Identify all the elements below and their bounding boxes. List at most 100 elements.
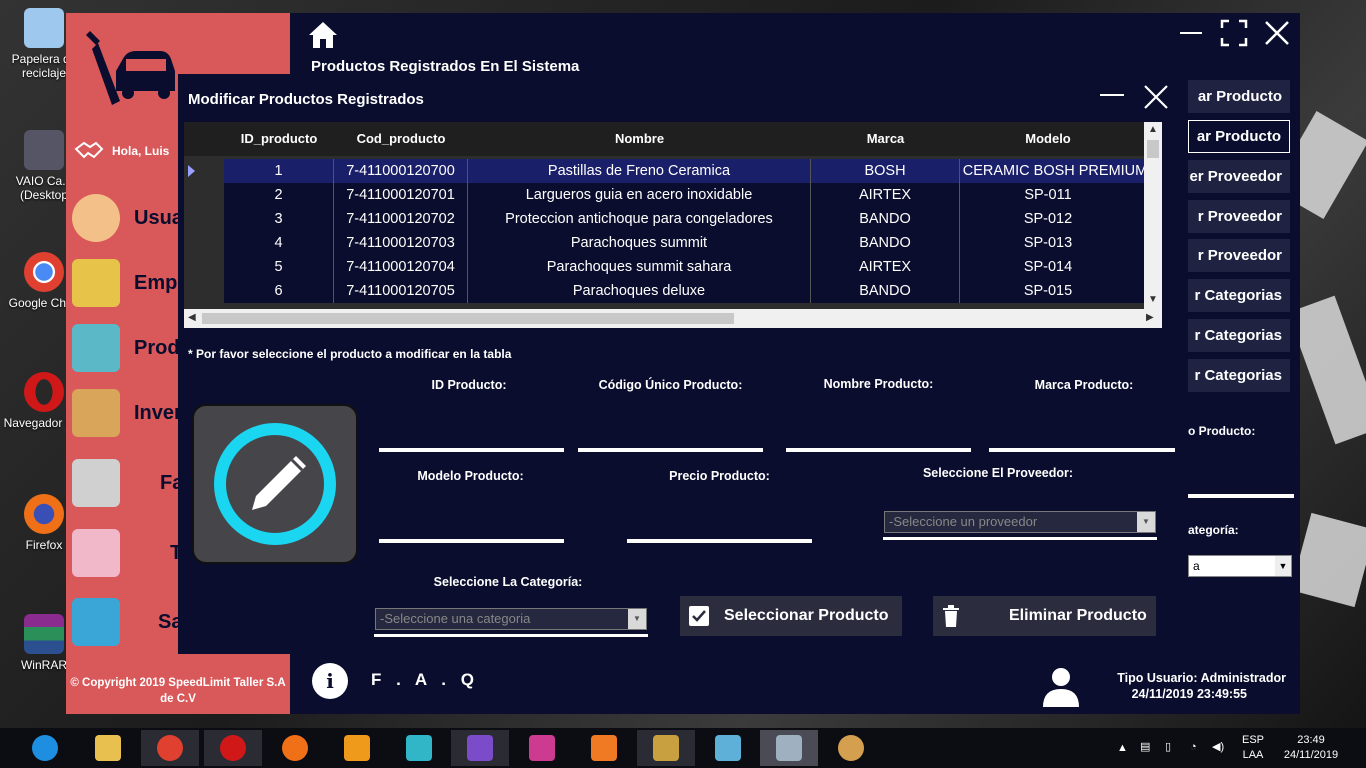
- table-cell: SP-011: [1024, 187, 1072, 203]
- faq-link[interactable]: F . A . Q: [371, 670, 479, 690]
- battery-icon[interactable]: ▯: [1165, 740, 1171, 755]
- right-label-categoria: ategoría:: [1188, 523, 1239, 537]
- taskbar-app-explorer[interactable]: [79, 730, 137, 766]
- right-category-select[interactable]: a ▼: [1188, 555, 1292, 577]
- store-icon: [72, 529, 120, 577]
- table-cell: 5: [224, 255, 334, 279]
- dialog-title: Modificar Productos Registrados: [188, 91, 424, 108]
- horizontal-scrollbar[interactable]: ◀ ▶: [184, 309, 1162, 328]
- delete-product-button[interactable]: Eliminar Producto: [933, 596, 1156, 636]
- package-icon: [715, 735, 741, 761]
- table-cell: Parachoques summit: [468, 231, 811, 255]
- products-table[interactable]: ID_producto Cod_producto Nombre Marca Mo…: [184, 122, 1162, 328]
- table-cell: 1: [224, 159, 334, 183]
- wifi-icon[interactable]: ◔: [1190, 740, 1197, 755]
- shopping-basket-icon: [72, 324, 120, 372]
- proveedor-select[interactable]: -Seleccione un proveedor ▼: [884, 511, 1156, 533]
- button-label: r Categorias: [1194, 327, 1282, 344]
- right-button-7[interactable]: r Categorias: [1188, 319, 1290, 352]
- column-header[interactable]: Modelo: [960, 122, 1136, 156]
- wallpaper-shard: [1290, 512, 1366, 608]
- minimize-icon[interactable]: [1100, 94, 1124, 96]
- table-cell: AIRTEX: [811, 183, 960, 207]
- greeting-text: Hola, Luis: [112, 144, 170, 158]
- show-hidden-icons-icon[interactable]: ▲: [1117, 741, 1128, 756]
- taskbar-app-package[interactable]: [699, 730, 757, 766]
- tablet-icon[interactable]: ▤: [1140, 740, 1150, 755]
- table-cell: SP-014: [1023, 259, 1073, 275]
- select-product-button[interactable]: Seleccionar Producto: [680, 596, 902, 636]
- table-row[interactable]: 5 7-411000120704 Parachoques summit saha…: [184, 255, 1144, 279]
- box-icon: [72, 389, 120, 437]
- paint-icon: [838, 735, 864, 761]
- right-button-5[interactable]: r Proveedor: [1188, 239, 1290, 272]
- datetime-text: 24/11/2019 23:49:55: [1131, 687, 1247, 701]
- categoria-select[interactable]: -Seleccione una categoria ▼: [375, 608, 647, 630]
- home-icon[interactable]: [306, 18, 340, 52]
- taskbar-app-wrench[interactable]: [760, 730, 818, 766]
- table-cell: 7-411000120705: [334, 279, 468, 303]
- taskbar-app-tools[interactable]: [637, 730, 695, 766]
- taskbar-app-ie[interactable]: [16, 730, 74, 766]
- right-button-6[interactable]: r Categorias: [1188, 279, 1290, 312]
- close-icon[interactable]: [1143, 84, 1169, 110]
- app-icon: [529, 735, 555, 761]
- scroll-down-icon[interactable]: ▼: [1148, 294, 1158, 305]
- table-row[interactable]: 3 7-411000120702 Proteccion antichoque p…: [184, 207, 1144, 231]
- taskbar-app-visual-studio[interactable]: [451, 730, 509, 766]
- right-label-producto: o Producto:: [1188, 424, 1256, 438]
- right-button-3[interactable]: er Proveedor: [1188, 160, 1290, 193]
- table-row[interactable]: 2 7-411000120701 Largueros guia en acero…: [184, 183, 1144, 207]
- right-button-1[interactable]: ar Producto: [1188, 80, 1290, 113]
- taskbar-app-paint[interactable]: [822, 730, 880, 766]
- laptop-icon: [24, 130, 64, 170]
- taskbar-app-app[interactable]: [513, 730, 571, 766]
- column-header[interactable]: ID_producto: [224, 122, 334, 156]
- copyright-text: © Copyright 2019 SpeedLimit Taller S.A d…: [70, 677, 286, 705]
- table-row[interactable]: 1 7-411000120700 Pastillas de Freno Cera…: [184, 159, 1147, 183]
- right-button-2[interactable]: ar Producto: [1188, 120, 1290, 153]
- user-avatar-icon: [1043, 668, 1079, 707]
- scroll-thumb[interactable]: [202, 313, 734, 324]
- taskbar-app-xampp[interactable]: [575, 730, 633, 766]
- nombre-producto-field[interactable]: [786, 448, 971, 452]
- close-icon[interactable]: [1262, 18, 1292, 48]
- right-button-8[interactable]: r Categorias: [1188, 359, 1290, 392]
- taskbar-app-powershell[interactable]: [390, 730, 448, 766]
- table-cell: BANDO: [811, 207, 960, 231]
- maximize-icon[interactable]: [1219, 18, 1249, 48]
- trash-icon: [943, 605, 959, 627]
- ie-icon: [32, 735, 58, 761]
- modelo-producto-field[interactable]: [379, 539, 564, 543]
- precio-producto-field[interactable]: [627, 539, 812, 543]
- scroll-left-icon[interactable]: ◀: [188, 312, 196, 323]
- clock[interactable]: 23:49 24/11/2019: [1276, 733, 1346, 763]
- taskbar-app-chrome[interactable]: [141, 730, 199, 766]
- scroll-up-icon[interactable]: ▲: [1148, 124, 1158, 135]
- select-placeholder: -Seleccione un proveedor: [889, 514, 1038, 529]
- categoria-underline: [374, 634, 648, 637]
- table-row[interactable]: 6 7-411000120705 Parachoques deluxe BAND…: [184, 279, 1144, 303]
- taskbar-app-firefox[interactable]: [266, 730, 324, 766]
- column-header[interactable]: Cod_producto: [334, 122, 468, 156]
- exit-icon: [72, 598, 120, 646]
- column-header[interactable]: Marca: [811, 122, 960, 156]
- table-row[interactable]: 4 7-411000120703 Parachoques summit BAND…: [184, 231, 1144, 255]
- vertical-scrollbar[interactable]: ▲ ▼: [1144, 122, 1162, 309]
- id-producto-field[interactable]: [379, 448, 564, 452]
- table-cell: BANDO: [811, 231, 960, 255]
- volume-icon[interactable]: ◀): [1212, 740, 1224, 755]
- codigo-producto-field[interactable]: [578, 448, 763, 452]
- table-header: ID_producto Cod_producto Nombre Marca Mo…: [184, 122, 1144, 156]
- scroll-right-icon[interactable]: ▶: [1146, 312, 1154, 323]
- marca-producto-field[interactable]: [989, 448, 1175, 452]
- taskbar-app-sublime[interactable]: [328, 730, 386, 766]
- right-button-4[interactable]: r Proveedor: [1188, 200, 1290, 233]
- column-header[interactable]: Nombre: [468, 122, 811, 156]
- user-greeting: Hola, Luis: [74, 141, 169, 161]
- minimize-icon[interactable]: [1176, 18, 1206, 48]
- info-icon[interactable]: i: [312, 663, 348, 699]
- scroll-thumb[interactable]: [1147, 140, 1159, 158]
- language-indicator[interactable]: ESP LAA: [1240, 733, 1266, 763]
- taskbar-app-opera[interactable]: [204, 730, 262, 766]
